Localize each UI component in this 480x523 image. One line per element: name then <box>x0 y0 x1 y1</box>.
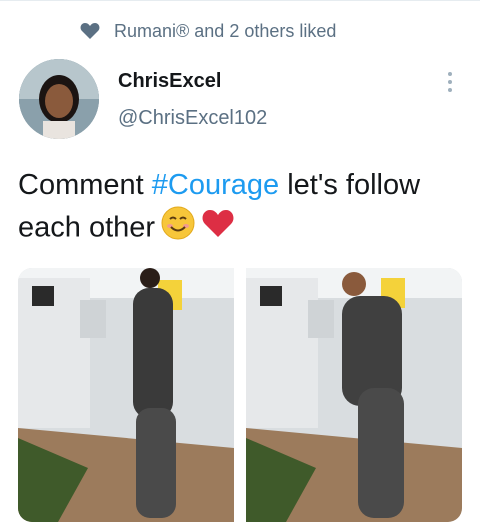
more-vertical-icon[interactable] <box>442 72 458 96</box>
social-context-text: Rumani® and 2 others liked <box>114 20 337 41</box>
tweet-text-before: Comment <box>18 169 152 201</box>
author-handle[interactable]: @ChrisExcel102 <box>118 107 267 130</box>
tweet-photo-1[interactable] <box>18 268 234 522</box>
social-context[interactable]: Rumani® and 2 others liked <box>80 19 336 43</box>
heart-icon <box>80 22 100 40</box>
author-display-name[interactable]: ChrisExcel <box>118 70 221 93</box>
tweet-photo-2[interactable] <box>246 268 462 522</box>
top-divider <box>0 0 480 1</box>
hashtag-link[interactable]: #Courage <box>152 169 279 201</box>
red-heart-emoji <box>201 207 235 251</box>
smiling-face-emoji <box>161 206 195 252</box>
avatar[interactable] <box>19 59 99 139</box>
tweet-text: Comment #Courage let's follow each other <box>18 164 458 252</box>
